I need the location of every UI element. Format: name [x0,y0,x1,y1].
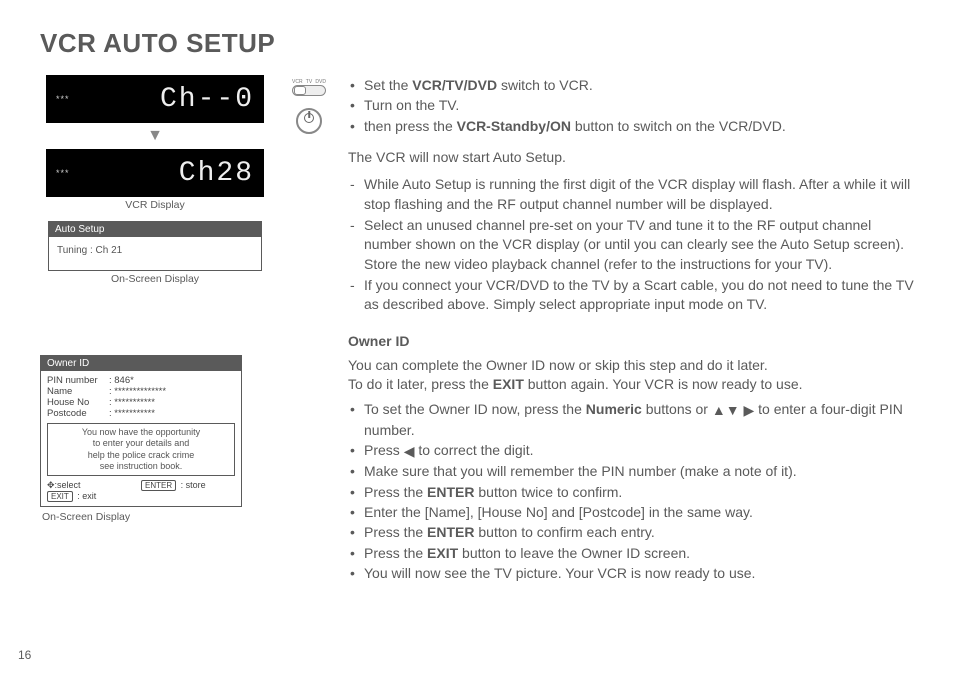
down-arrow-icon: ▼ [40,127,270,145]
owner-post-label: Postcode [47,408,109,419]
owner-house-value: : *********** [109,397,155,408]
owner-name-value: : ************** [109,386,166,397]
owner-b8: You will now see the TV picture. Your VC… [348,564,914,583]
owner-footer: ✥:select ENTER : store EXIT : exit [41,480,241,506]
owner-fields: PIN number: 846* Name: ************** Ho… [41,371,241,421]
owner-id-heading: Owner ID [348,332,914,351]
dash-2: Select an unused channel pre-set on your… [348,216,914,274]
owner-b4: Press the ENTER button twice to confirm. [348,483,914,502]
owner-b5: Enter the [Name], [House No] and [Postco… [348,503,914,522]
power-button-icon [296,108,322,134]
vcr2-indicator: *** [56,168,70,178]
step-3: then press the VCR-Standby/ON button to … [348,117,914,136]
osd1-title: Auto Setup [49,222,261,237]
owner-header: Owner ID [41,356,241,371]
owner-caption: On-Screen Display [42,511,270,523]
vcr-display-caption: VCR Display [40,199,270,211]
vcr1-indicator: *** [56,94,70,104]
owner-pin-label: PIN number [47,375,109,386]
owner-name-label: Name [47,386,109,397]
up-triangle-icon: ▲ [712,401,726,420]
owner-message: You now have the opportunity to enter yo… [47,423,235,476]
owner-pin-value: : 846* [109,375,134,386]
step-2: Turn on the TV. [348,96,914,115]
dash-1: While Auto Setup is running the first di… [348,175,914,214]
step-1: Set the VCR/TV/DVD switch to VCR. [348,76,914,95]
vcr-tv-dvd-switch-icon: VCRTVDVD [292,79,326,96]
owner-b7: Press the EXIT button to leave the Owner… [348,544,914,563]
owner-b2: Press ◀ to correct the digit. [348,441,914,461]
vcr-display-2: *** Ch28 [46,149,264,197]
owner-post-value: : *********** [109,408,155,419]
owner-b3: Make sure that you will remember the PIN… [348,462,914,481]
osd-owner-id: Owner ID PIN number: 846* Name: ********… [40,355,242,507]
osd1-caption: On-Screen Display [40,273,270,285]
left-column: *** Ch--0 ▼ *** Ch28 VCR Display Auto Se… [40,75,270,584]
right-triangle-icon: ▶ [743,401,754,420]
autosetup-note: The VCR will now start Auto Setup. [348,148,914,167]
owner-p1: You can complete the Owner ID now or ski… [348,356,914,375]
nav-cross-icon: ✥ [47,480,55,490]
down-triangle-icon: ▼ [726,401,740,420]
enter-key-icon: ENTER [141,480,176,491]
osd1-body: Tuning : Ch 21 [49,237,261,270]
osd-auto-setup: Auto Setup Tuning : Ch 21 [48,221,262,271]
exit-key-icon: EXIT [47,491,73,502]
vcr2-segment: Ch28 [179,158,254,189]
left-triangle-icon: ◀ [404,442,415,461]
owner-house-label: House No [47,397,109,408]
owner-b1: To set the Owner ID now, press the Numer… [348,400,914,440]
icon-column: VCRTVDVD [288,75,330,584]
vcr-display-1: *** Ch--0 [46,75,264,123]
owner-b6: Press the ENTER button to confirm each e… [348,523,914,542]
right-column: Set the VCR/TV/DVD switch to VCR. Turn o… [348,75,914,584]
vcr1-segment: Ch--0 [160,84,254,115]
dash-3: If you connect your VCR/DVD to the TV by… [348,276,914,315]
owner-p2: To do it later, press the EXIT button ag… [348,375,914,394]
page-title: VCR AUTO SETUP [40,28,914,59]
page-number: 16 [18,648,31,662]
